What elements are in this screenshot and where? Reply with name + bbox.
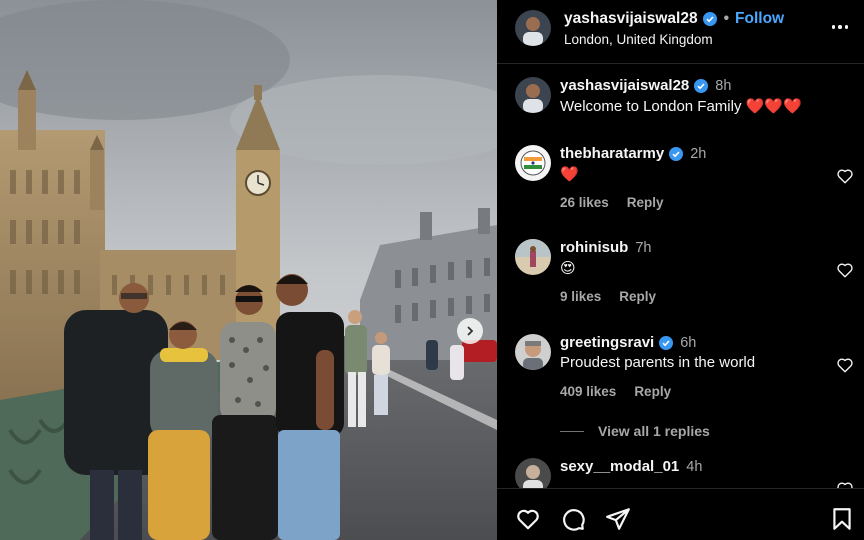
separator-dot: •	[723, 10, 730, 27]
commenter-username[interactable]: greetingsravi	[560, 334, 654, 351]
comment-time[interactable]: 2h	[690, 146, 706, 162]
heart-icon[interactable]	[836, 167, 854, 185]
commenter-avatar[interactable]	[515, 239, 551, 275]
comment-time[interactable]: 6h	[680, 335, 696, 351]
comment-text: 😍	[560, 260, 576, 277]
share-button[interactable]	[605, 506, 631, 532]
comment-button[interactable]	[560, 506, 586, 532]
next-image-button[interactable]	[457, 318, 483, 344]
caption-avatar[interactable]	[515, 77, 551, 113]
comment-likes[interactable]: 26 likes	[560, 195, 609, 210]
commenter-username[interactable]: rohinisub	[560, 239, 628, 256]
commenter-username[interactable]: thebharatarmy	[560, 145, 664, 162]
heart-icon[interactable]	[836, 480, 854, 488]
action-bar	[497, 488, 864, 540]
avatar-image	[515, 458, 551, 488]
comment-time[interactable]: 4h	[686, 459, 702, 475]
commenter-avatar[interactable]	[515, 334, 551, 370]
author-username[interactable]: yashasvijaiswal28	[564, 10, 698, 28]
like-button[interactable]	[515, 506, 541, 532]
post-photo[interactable]	[0, 0, 497, 540]
heart-icon	[517, 509, 539, 530]
heart-icon[interactable]	[836, 261, 854, 279]
view-replies-label: View all 1 replies	[598, 423, 710, 439]
comment-text: ❤️	[560, 166, 579, 183]
view-replies-button[interactable]: View all 1 replies	[560, 423, 710, 439]
reply-button[interactable]: Reply	[627, 195, 664, 210]
post-location[interactable]: London, United Kingdom	[564, 32, 713, 47]
verified-badge-icon	[659, 335, 674, 350]
heart-icon[interactable]	[836, 356, 854, 374]
comment-icon	[563, 509, 585, 531]
comment-likes[interactable]: 409 likes	[560, 384, 616, 399]
caption-username[interactable]: yashasvijaiswal28	[560, 77, 689, 94]
post-side-panel: yashasvijaiswal28 • Follow London, Unite…	[497, 0, 864, 540]
reply-button[interactable]: Reply	[634, 384, 671, 399]
comment-time[interactable]: 7h	[635, 240, 651, 256]
reply-button[interactable]: Reply	[619, 289, 656, 304]
more-options-icon[interactable]	[830, 17, 850, 37]
verified-badge-icon	[694, 78, 709, 93]
chevron-right-icon	[467, 326, 474, 336]
verified-badge-icon	[702, 12, 717, 26]
commenter-username[interactable]: sexy__modal_01	[560, 458, 679, 475]
avatar-image	[515, 334, 551, 370]
share-icon	[606, 508, 630, 530]
commenter-avatar[interactable]	[515, 458, 551, 488]
comment-text: Proudest parents in the world	[560, 354, 756, 371]
bookmark-icon	[833, 508, 851, 530]
save-button[interactable]	[829, 506, 855, 532]
photo-scene	[0, 0, 497, 540]
post-header: yashasvijaiswal28 • Follow London, Unite…	[497, 0, 864, 64]
follow-button[interactable]: Follow	[735, 10, 784, 28]
verified-badge-icon	[669, 146, 684, 161]
comments-list[interactable]: yashasvijaiswal28 8h Welcome to London F…	[497, 65, 864, 488]
commenter-avatar[interactable]	[515, 145, 551, 181]
comment-likes[interactable]: 9 likes	[560, 289, 601, 304]
avatar-image	[515, 77, 551, 113]
avatar-image	[515, 239, 551, 275]
caption-time[interactable]: 8h	[715, 78, 731, 94]
replies-divider	[560, 430, 584, 432]
avatar-image	[515, 10, 551, 46]
author-avatar[interactable]	[515, 10, 551, 46]
avatar-image	[515, 145, 551, 181]
caption-text: Welcome to London Family ❤️❤️❤️	[560, 98, 802, 115]
